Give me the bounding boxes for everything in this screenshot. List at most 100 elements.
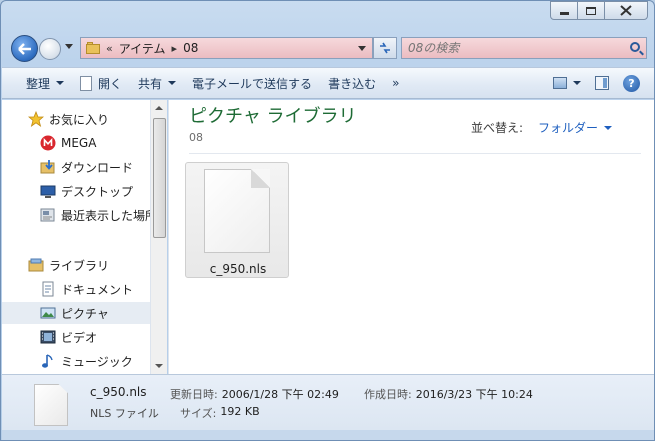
library-title: ピクチャ ライブラリ <box>189 106 357 127</box>
open-button[interactable]: 開く <box>72 68 130 98</box>
organize-button[interactable]: 整理 <box>2 68 72 98</box>
email-button[interactable]: 電子メールで送信する <box>184 68 320 98</box>
nav-label: ドキュメント <box>61 282 134 297</box>
minimize-icon <box>559 12 569 15</box>
search-box[interactable] <box>401 37 647 59</box>
nav-item-libraries[interactable]: ライブラリ <box>2 254 150 276</box>
chevron-down-icon <box>604 125 613 130</box>
nav-label: ビデオ <box>61 330 98 345</box>
nav-label: MEGA <box>61 136 97 150</box>
file-list-pane: ピクチャ ライブラリ 08 並べ替え: フォルダー c_950.nls <box>168 100 654 374</box>
open-label: 開く <box>98 76 123 91</box>
nav-item-music[interactable]: ミュージック <box>2 350 150 372</box>
libraries-icon <box>28 257 44 273</box>
explorer-window: « アイテム ▸ 08 整理 開く 共有 電子メールで送信する <box>0 0 655 441</box>
forward-button[interactable] <box>39 38 61 60</box>
size-value: 192 KB <box>220 405 260 418</box>
file-name: c_950.nls <box>209 262 267 276</box>
change-view-icon[interactable] <box>553 77 567 89</box>
view-controls: ? <box>553 74 654 92</box>
breadcrumb-separator[interactable]: ▸ <box>172 42 178 55</box>
nav-item-favorites[interactable]: お気に入り <box>2 108 150 130</box>
nav-label: ライブラリ <box>49 258 110 273</box>
arrange-by-dropdown[interactable]: フォルダー <box>538 119 613 136</box>
email-label: 電子メールで送信する <box>192 76 313 91</box>
selected-file-icon <box>34 384 68 426</box>
address-bar[interactable]: « アイテム ▸ 08 <box>80 37 373 59</box>
navigation-bar: « アイテム ▸ 08 <box>9 33 649 63</box>
search-icon[interactable] <box>630 42 640 52</box>
nav-label: お気に入り <box>49 112 110 127</box>
desktop-icon <box>40 183 56 199</box>
organize-label: 整理 <box>26 76 51 91</box>
recent-pages-dropdown[interactable] <box>65 44 73 49</box>
details-created: 作成日時: 2016/3/23 下午 10:24 <box>364 386 533 402</box>
arrange-by-value: フォルダー <box>538 121 599 135</box>
refresh-icon <box>380 42 390 54</box>
recent-places-icon <box>40 207 56 223</box>
nav-label: ピクチャ <box>61 306 109 321</box>
nav-item-recent-places[interactable]: 最近表示した場所 <box>2 204 150 226</box>
pictures-icon <box>40 305 56 321</box>
burn-label: 書き込む <box>328 76 377 91</box>
nav-item-documents[interactable]: ドキュメント <box>2 278 150 300</box>
navigation-scrollbar[interactable] <box>150 100 167 374</box>
share-button[interactable]: 共有 <box>130 68 184 98</box>
header-divider <box>189 153 641 154</box>
nav-label: デスクトップ <box>61 184 134 199</box>
details-modified: 更新日時: 2006/1/28 下午 02:49 <box>170 386 339 402</box>
back-button[interactable] <box>11 35 38 62</box>
details-file-name: c_950.nls <box>90 385 147 399</box>
created-label: 作成日時: <box>364 388 412 401</box>
file-item[interactable]: c_950.nls <box>185 162 289 278</box>
details-pane: c_950.nls NLS ファイル 更新日時: 2006/1/28 下午 02… <box>2 374 654 430</box>
address-dropdown-icon[interactable] <box>358 45 366 51</box>
nav-item-pictures[interactable]: ピクチャ <box>2 302 150 324</box>
modified-value: 2006/1/28 下午 02:49 <box>221 388 339 401</box>
size-label: サイズ: <box>180 407 217 420</box>
library-subtitle: 08 <box>189 131 203 144</box>
nav-label: ミュージック <box>61 354 133 369</box>
share-label: 共有 <box>138 76 163 91</box>
nav-item-desktop[interactable]: デスクトップ <box>2 180 150 202</box>
caption-buttons <box>550 1 648 20</box>
breadcrumb-item[interactable]: アイテム <box>119 40 166 57</box>
close-button[interactable] <box>604 1 648 20</box>
command-bar: 整理 開く 共有 電子メールで送信する 書き込む » ? <box>2 67 654 99</box>
scroll-down-icon[interactable] <box>155 364 163 368</box>
nav-item-mega[interactable]: MEGA <box>2 132 150 154</box>
folder-icon <box>86 42 100 54</box>
search-input[interactable] <box>408 41 608 55</box>
scroll-thumb[interactable] <box>153 118 166 238</box>
file-icon <box>80 75 93 91</box>
navigation-pane: お気に入り MEGA ダウンロード デスクトップ 最近表示した場所 ライブラリ … <box>2 100 150 374</box>
more-label: » <box>392 76 400 90</box>
breadcrumb-overflow[interactable]: « <box>106 42 113 55</box>
nav-label: ダウンロード <box>61 160 134 175</box>
nav-item-videos[interactable]: ビデオ <box>2 326 150 348</box>
preview-pane-icon[interactable] <box>595 76 609 90</box>
nav-label: 最近表示した場所 <box>61 208 150 223</box>
view-options-chevron-icon[interactable] <box>573 81 581 85</box>
details-file-type: NLS ファイル <box>90 407 159 420</box>
burn-button[interactable]: 書き込む <box>320 68 384 98</box>
breadcrumb-item[interactable]: 08 <box>183 41 198 55</box>
maximize-button[interactable] <box>577 1 605 20</box>
window-bottom-border <box>2 430 654 440</box>
close-icon <box>620 5 632 16</box>
mega-icon <box>40 135 56 151</box>
arrange-by-label: 並べ替え: <box>471 121 524 135</box>
nav-item-downloads[interactable]: ダウンロード <box>2 156 150 178</box>
refresh-button[interactable] <box>373 37 397 59</box>
downloads-folder-icon <box>40 159 56 175</box>
modified-label: 更新日時: <box>170 388 218 401</box>
star-icon <box>28 111 44 127</box>
minimize-button[interactable] <box>550 1 578 20</box>
more-commands-button[interactable]: » <box>384 68 407 98</box>
created-value: 2016/3/23 下午 10:24 <box>415 388 533 401</box>
file-fold-icon <box>251 169 270 188</box>
help-button[interactable]: ? <box>623 74 640 92</box>
scroll-up-icon[interactable] <box>155 106 163 110</box>
music-icon <box>40 353 56 369</box>
chevron-down-icon <box>168 81 177 85</box>
